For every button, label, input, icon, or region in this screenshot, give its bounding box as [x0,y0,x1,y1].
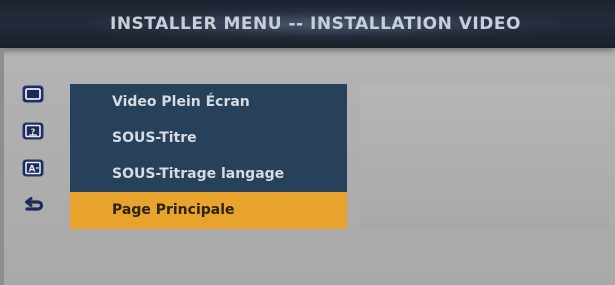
menu-item-sous-titrage-langage[interactable]: SOUS-Titrage langage [70,156,347,192]
menu-item-label: SOUS-Titrage langage [112,166,285,182]
menu-item-label: Page Principale [112,202,235,218]
page-title: INSTALLER MENU -- INSTALLATION VIDEO [110,14,521,34]
background-ghost-panel [360,84,610,229]
menu-item-sous-titre[interactable]: SOUS-Titre [70,120,347,156]
subtitle-icon: ? [22,122,44,140]
menu-icon-column: ? A [22,85,48,233]
installer-menu: Video Plein Écran SOUS-Titre SOUS-Titrag… [70,84,347,192]
subtitle-language-icon: A [22,159,44,177]
menu-item-video-plein-ecran[interactable]: Video Plein Écran [70,84,347,120]
left-edge-strip [0,48,4,285]
menu-item-label: Video Plein Écran [112,94,250,110]
installer-screen: INSTALLER MENU -- INSTALLATION VIDEO ? A [0,0,615,285]
svg-text:A: A [29,165,36,175]
title-bar: INSTALLER MENU -- INSTALLATION VIDEO [0,0,615,48]
menu-item-label: SOUS-Titre [112,130,197,146]
screen-icon [22,85,44,103]
return-icon [22,196,44,214]
menu-item-page-principale[interactable]: Page Principale [70,192,347,229]
